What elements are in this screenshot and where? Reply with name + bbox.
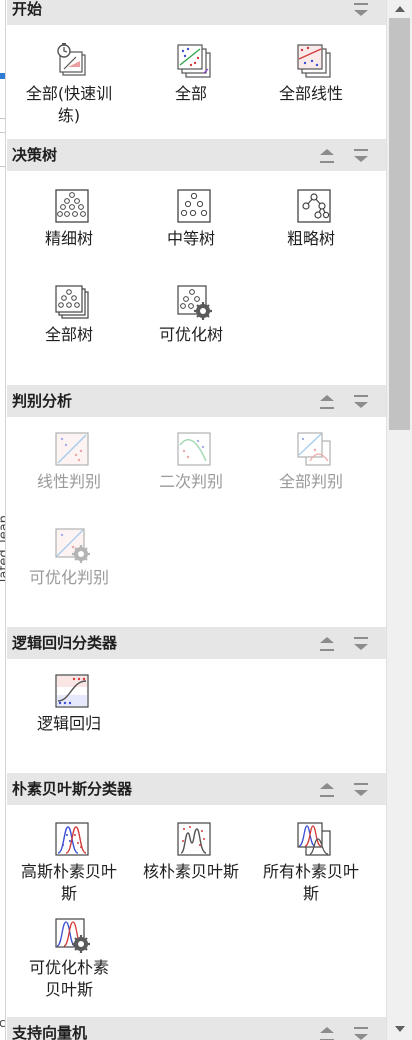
move-section-up-button[interactable] bbox=[318, 781, 336, 799]
caret-down-icon bbox=[395, 1026, 405, 1032]
tile-label: 高斯朴素贝叶斯 bbox=[20, 862, 117, 903]
move-section-up-button[interactable] bbox=[318, 635, 336, 653]
section-title: 判别分析 bbox=[12, 392, 73, 410]
section-header: 决策树 bbox=[7, 139, 386, 171]
move-section-up-button[interactable] bbox=[318, 393, 336, 411]
double-chevron-down-icon bbox=[354, 637, 368, 650]
move-section-up-button[interactable] bbox=[318, 1025, 336, 1040]
section-title: 逻辑回归分类器 bbox=[12, 634, 118, 652]
tile-label: 精细树 bbox=[44, 229, 93, 248]
left-panel-accent bbox=[0, 73, 5, 79]
linear-discriminant-icon bbox=[54, 431, 90, 467]
section-title: 开始 bbox=[12, 0, 43, 18]
tile-all-models[interactable]: 全部 bbox=[131, 43, 251, 103]
quadratic-discriminant-icon bbox=[176, 431, 212, 467]
move-section-down-button[interactable] bbox=[352, 1025, 370, 1040]
section-title: 朴素贝叶斯分类器 bbox=[12, 780, 133, 798]
double-chevron-up-icon bbox=[320, 783, 334, 797]
left-panel-edge: lated_lean c bbox=[0, 0, 6, 1040]
tile-optimizable-naive-bayes[interactable]: 可优化朴素贝叶斯 bbox=[9, 917, 129, 1001]
move-section-down-button[interactable] bbox=[352, 635, 370, 653]
tile-logistic-regression[interactable]: 逻辑回归 bbox=[9, 673, 129, 735]
caret-up-icon bbox=[395, 6, 405, 12]
double-chevron-down-icon bbox=[354, 3, 368, 16]
double-chevron-down-icon bbox=[354, 1027, 368, 1040]
move-section-down-button[interactable] bbox=[352, 147, 370, 165]
kernel-naive-bayes-icon bbox=[176, 821, 212, 857]
scroll-up-button[interactable] bbox=[387, 0, 412, 18]
left-panel-divider bbox=[0, 132, 5, 133]
tile-label: 可优化朴素贝叶斯 bbox=[28, 958, 109, 999]
section-header: 支持向量机 bbox=[7, 1017, 386, 1040]
tile-label: 逻辑回归 bbox=[36, 714, 101, 733]
tile-label: 全部判别 bbox=[278, 472, 343, 491]
tile-label: 全部线性 bbox=[278, 84, 343, 103]
move-section-down-button[interactable] bbox=[352, 781, 370, 799]
tile-label: 全部树 bbox=[44, 325, 93, 344]
double-chevron-up-icon bbox=[320, 149, 334, 163]
tile-label: 二次判别 bbox=[158, 472, 223, 491]
tile-label: 可优化树 bbox=[158, 325, 223, 344]
all-linear-icon bbox=[296, 43, 332, 79]
double-chevron-down-icon bbox=[354, 149, 368, 162]
left-panel-bottom-text: c bbox=[0, 1016, 5, 1030]
tile-all-naive-bayes[interactable]: 所有朴素贝叶斯 bbox=[251, 821, 371, 905]
double-chevron-up-icon bbox=[320, 1027, 334, 1040]
tile-medium-tree[interactable]: 中等树 bbox=[131, 188, 251, 250]
section-header: 逻辑回归分类器 bbox=[7, 627, 386, 659]
all-discriminants-icon bbox=[296, 431, 332, 467]
all-naive-bayes-icon bbox=[296, 821, 332, 857]
tile-label: 核朴素贝叶斯 bbox=[142, 862, 239, 881]
tile-fine-tree[interactable]: 精细树 bbox=[9, 188, 129, 250]
tile-all-linear[interactable]: 全部线性 bbox=[251, 43, 371, 103]
move-section-down-button[interactable] bbox=[352, 393, 370, 411]
tile-label: 全部(快速训练) bbox=[25, 84, 113, 125]
tile-linear-discriminant[interactable]: 线性判别 bbox=[9, 431, 129, 493]
section-title: 支持向量机 bbox=[12, 1024, 88, 1040]
section-header: 开始 bbox=[7, 0, 386, 25]
collapse-section-button[interactable] bbox=[352, 1, 370, 19]
tile-all-trees[interactable]: 全部树 bbox=[9, 284, 129, 346]
move-section-up-button[interactable] bbox=[318, 147, 336, 165]
double-chevron-up-icon bbox=[320, 395, 334, 409]
tile-coarse-tree[interactable]: 粗略树 bbox=[251, 188, 371, 250]
tile-label: 粗略树 bbox=[286, 229, 335, 248]
tile-all-discriminants[interactable]: 全部判别 bbox=[251, 431, 371, 493]
tile-label: 中等树 bbox=[166, 229, 215, 248]
double-chevron-down-icon bbox=[354, 783, 368, 796]
fast-train-icon bbox=[54, 43, 90, 79]
tile-optimizable-tree[interactable]: 可优化树 bbox=[131, 284, 251, 346]
all-trees-icon bbox=[54, 284, 90, 320]
fine-tree-icon bbox=[54, 188, 90, 224]
scrollbar-thumb[interactable] bbox=[389, 18, 410, 430]
coarse-tree-icon bbox=[296, 188, 332, 224]
tile-label: 所有朴素贝叶斯 bbox=[262, 862, 359, 903]
tile-gaussian-naive-bayes[interactable]: 高斯朴素贝叶斯 bbox=[9, 821, 129, 905]
tile-optimizable-discriminant[interactable]: 可优化判别 bbox=[9, 527, 129, 589]
tile-label: 可优化判别 bbox=[28, 568, 109, 587]
tile-kernel-naive-bayes[interactable]: 核朴素贝叶斯 bbox=[131, 821, 251, 905]
left-panel-divider bbox=[0, 118, 5, 119]
gaussian-naive-bayes-icon bbox=[54, 821, 90, 857]
scroll-down-button[interactable] bbox=[387, 1020, 412, 1040]
section-header: 判别分析 bbox=[7, 385, 386, 417]
tile-label: 全部 bbox=[174, 84, 207, 103]
model-gallery: 开始 全部(快速训练) 全部 全部线性 决策树 精细树 中等树 粗略树 全部树 … bbox=[7, 0, 386, 1040]
logistic-regression-icon bbox=[54, 673, 90, 709]
section-header: 朴素贝叶斯分类器 bbox=[7, 773, 386, 805]
double-chevron-up-icon bbox=[320, 637, 334, 651]
left-panel-vertical-label: lated_lean bbox=[0, 515, 6, 583]
double-chevron-down-icon bbox=[354, 395, 368, 408]
medium-tree-icon bbox=[176, 188, 212, 224]
all-models-icon bbox=[176, 43, 212, 79]
optimizable-discriminant-icon bbox=[54, 527, 90, 563]
vertical-scrollbar[interactable] bbox=[386, 0, 412, 1040]
section-title: 决策树 bbox=[12, 146, 58, 164]
left-panel-divider bbox=[0, 166, 5, 167]
optimizable-naive-bayes-icon bbox=[54, 917, 90, 953]
tile-quadratic-discriminant[interactable]: 二次判别 bbox=[131, 431, 251, 493]
tile-label: 线性判别 bbox=[36, 472, 101, 491]
tile-fast-train-all[interactable]: 全部(快速训练) bbox=[9, 43, 129, 127]
optimizable-tree-icon bbox=[176, 284, 212, 320]
